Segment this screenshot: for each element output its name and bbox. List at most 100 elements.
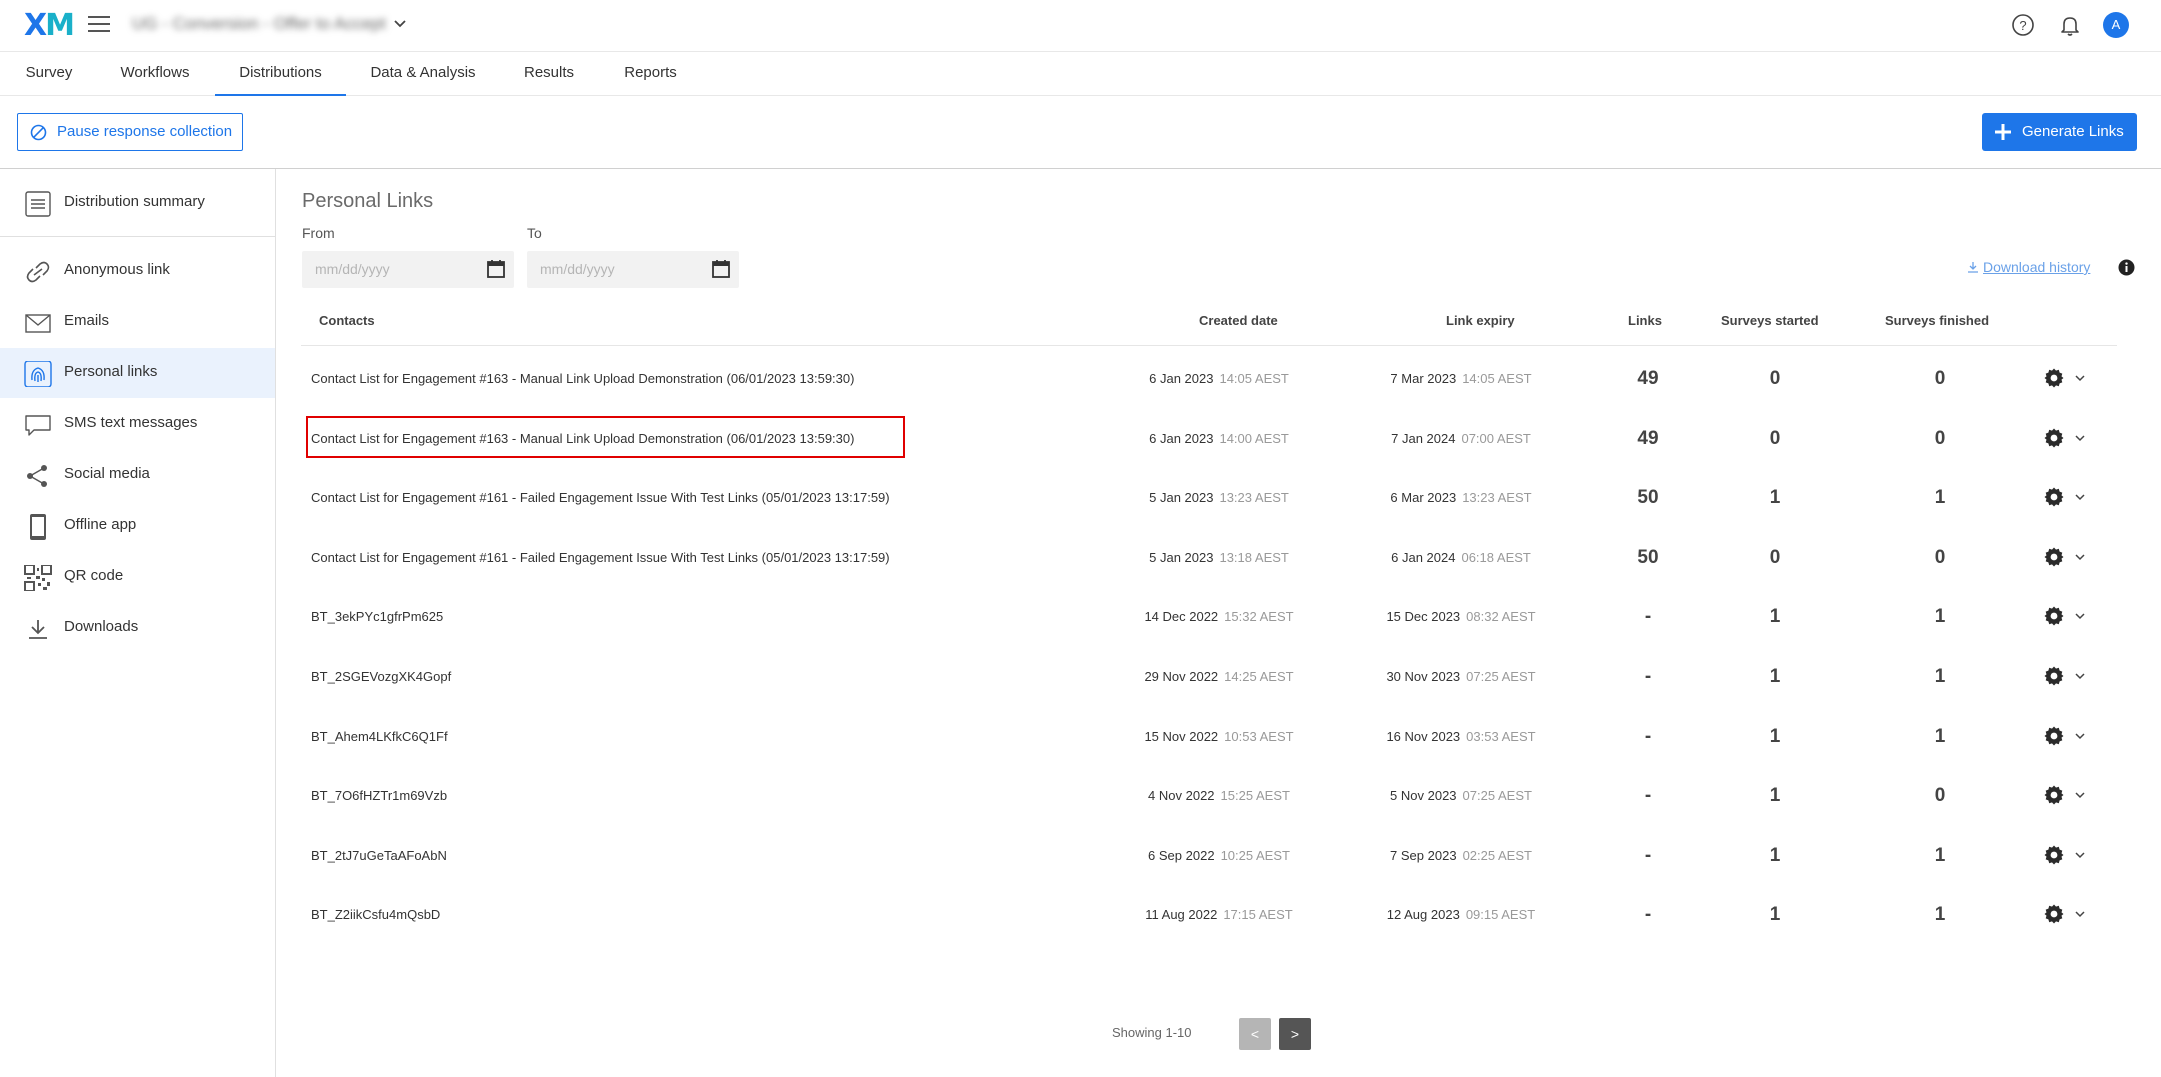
block-icon [30, 124, 47, 141]
chevron-down-icon[interactable] [2074, 731, 2086, 741]
surveys-finished-count: 0 [1934, 427, 1946, 449]
gear-icon[interactable] [2044, 666, 2064, 686]
surveys-finished-count: 1 [1934, 487, 1946, 509]
chevron-down-icon[interactable] [2074, 492, 2086, 502]
top-bar: XM UG - Conversion - Offer to Accept ? A [0, 0, 2161, 52]
gear-icon[interactable] [2044, 487, 2064, 507]
table-row[interactable]: BT_2SGEVozgXK4Gopf 29 Nov 2022 14:25 AEST… [301, 647, 2117, 706]
sidebar-item-label: Downloads [64, 618, 139, 635]
column-header-surveys-finished[interactable]: Surveys finished [1885, 313, 1989, 328]
links-count: 50 [1637, 487, 1659, 509]
sidebar-item-emails[interactable]: Emails [0, 297, 275, 347]
chevron-down-icon[interactable] [2074, 850, 2086, 860]
table-row[interactable]: BT_2tJ7uGeTaAFoAbN 6 Sep 2022 10:25 AEST … [301, 826, 2117, 885]
created-date: 6 Sep 2022 10:25 AEST [1148, 847, 1290, 863]
contact-list-name[interactable]: Contact List for Engagement #161 - Faile… [311, 468, 890, 527]
qr-code-icon [24, 565, 52, 591]
next-page-button[interactable]: > [1279, 1018, 1311, 1050]
chevron-down-icon[interactable] [392, 16, 408, 32]
column-header-surveys-started[interactable]: Surveys started [1721, 313, 1819, 328]
chevron-down-icon[interactable] [2074, 433, 2086, 443]
gear-icon[interactable] [2044, 785, 2064, 805]
avatar[interactable]: A [2103, 12, 2129, 38]
sidebar: Distribution summary Anonymous link Emai… [0, 169, 276, 1077]
gear-icon[interactable] [2044, 726, 2064, 746]
tab-distributions[interactable]: Distributions [215, 52, 346, 96]
links-count: 49 [1637, 368, 1659, 389]
surveys-started-count: 1 [1769, 844, 1781, 866]
contact-list-name[interactable]: Contact List for Engagement #163 - Manua… [311, 349, 854, 408]
sidebar-item-social-media[interactable]: Social media [0, 450, 275, 500]
xm-logo[interactable]: XM [24, 8, 75, 43]
chevron-down-icon[interactable] [2074, 790, 2086, 800]
bell-icon[interactable] [2057, 12, 2083, 38]
table-row[interactable]: BT_Z2iikCsfu4mQsbD 11 Aug 2022 17:15 AEST… [301, 885, 2117, 944]
column-header-created-date[interactable]: Created date [1199, 313, 1278, 328]
contact-list-name[interactable]: BT_7O6fHZTr1m69Vzb [311, 766, 447, 825]
gear-icon[interactable] [2044, 904, 2064, 924]
chevron-down-icon[interactable] [2074, 909, 2086, 919]
help-icon[interactable]: ? [2010, 12, 2036, 38]
tab-reports[interactable]: Reports [617, 52, 684, 96]
sidebar-item-personal-links[interactable]: Personal links [0, 348, 275, 398]
table-row[interactable]: Contact List for Engagement #163 - Manua… [301, 349, 2117, 408]
chevron-down-icon[interactable] [2074, 552, 2086, 562]
contact-list-name[interactable]: Contact List for Engagement #161 - Faile… [311, 528, 890, 587]
column-header-links[interactable]: Links [1628, 313, 1662, 328]
share-icon [27, 465, 47, 487]
tab-data-analysis[interactable]: Data & Analysis [365, 52, 481, 96]
gear-icon[interactable] [2044, 547, 2064, 567]
contact-list-name[interactable]: BT_3ekPYc1gfrPm625 [311, 587, 443, 646]
contact-list-name[interactable]: BT_2SGEVozgXK4Gopf [311, 647, 451, 706]
tab-results[interactable]: Results [517, 52, 581, 96]
contact-list-name[interactable]: Contact List for Engagement #163 - Manua… [311, 409, 854, 468]
from-date-input[interactable]: mm/dd/yyyy [302, 251, 514, 288]
gear-icon[interactable] [2044, 606, 2064, 626]
gear-icon[interactable] [2044, 845, 2064, 865]
chevron-down-icon[interactable] [2074, 373, 2086, 383]
sidebar-item-label: Emails [64, 312, 110, 329]
contact-list-name[interactable]: BT_2tJ7uGeTaAFoAbN [311, 826, 447, 885]
surveys-started-count: 1 [1769, 666, 1781, 687]
sidebar-item-distribution-summary[interactable]: Distribution summary [0, 178, 275, 228]
pause-response-collection-button[interactable]: Pause response collection [17, 113, 243, 151]
previous-page-button[interactable]: < [1239, 1018, 1271, 1050]
sidebar-item-qr-code[interactable]: QR code [0, 552, 275, 602]
menu-icon[interactable] [88, 16, 110, 34]
project-name[interactable]: UG - Conversion - Offer to Accept [132, 14, 386, 34]
contact-list-name[interactable]: BT_Ahem4LKfkC6Q1Ff [311, 707, 448, 766]
column-header-contacts[interactable]: Contacts [319, 313, 375, 328]
table-row[interactable]: Contact List for Engagement #161 - Faile… [301, 468, 2117, 527]
download-history-link[interactable]: Download history [1967, 259, 2090, 275]
sidebar-item-label: Distribution summary [64, 193, 205, 210]
calendar-icon [487, 260, 505, 278]
link-expiry: 15 Dec 2023 08:32 AEST [1386, 609, 1536, 625]
table-row[interactable]: Contact List for Engagement #163 - Manua… [301, 409, 2117, 468]
list-icon [25, 191, 51, 217]
sidebar-item-sms-text-messages[interactable]: SMS text messages [0, 399, 275, 449]
table-row[interactable]: Contact List for Engagement #161 - Faile… [301, 528, 2117, 587]
tab-workflows[interactable]: Workflows [112, 52, 198, 96]
download-history-label: Download history [1983, 259, 2091, 275]
info-icon[interactable] [2118, 259, 2135, 276]
tab-survey[interactable]: Survey [15, 52, 83, 96]
table-row[interactable]: BT_3ekPYc1gfrPm625 14 Dec 2022 15:32 AEST… [301, 587, 2117, 646]
link-expiry: 5 Nov 2023 07:25 AEST [1390, 788, 1532, 804]
gear-icon[interactable] [2044, 368, 2064, 388]
chevron-down-icon[interactable] [2074, 611, 2086, 621]
sidebar-item-offline-app[interactable]: Offline app [0, 501, 275, 551]
created-date: 11 Aug 2022 17:15 AEST [1145, 907, 1293, 923]
column-header-link-expiry[interactable]: Link expiry [1446, 313, 1515, 328]
table-row[interactable]: BT_7O6fHZTr1m69Vzb 4 Nov 2022 15:25 AEST … [301, 766, 2117, 825]
generate-links-button[interactable]: Generate Links [1982, 113, 2137, 151]
to-date-input[interactable]: mm/dd/yyyy [527, 251, 739, 288]
sidebar-item-anonymous-link[interactable]: Anonymous link [0, 246, 275, 296]
gear-icon[interactable] [2044, 428, 2064, 448]
surveys-finished-count: 1 [1934, 666, 1946, 687]
sidebar-item-downloads[interactable]: Downloads [0, 603, 275, 653]
surveys-finished-count: 0 [1934, 368, 1946, 389]
table-row[interactable]: BT_Ahem4LKfkC6Q1Ff 15 Nov 2022 10:53 AEST… [301, 707, 2117, 766]
chevron-down-icon[interactable] [2074, 671, 2086, 681]
page-title: Personal Links [302, 190, 434, 212]
contact-list-name[interactable]: BT_Z2iikCsfu4mQsbD [311, 885, 440, 944]
